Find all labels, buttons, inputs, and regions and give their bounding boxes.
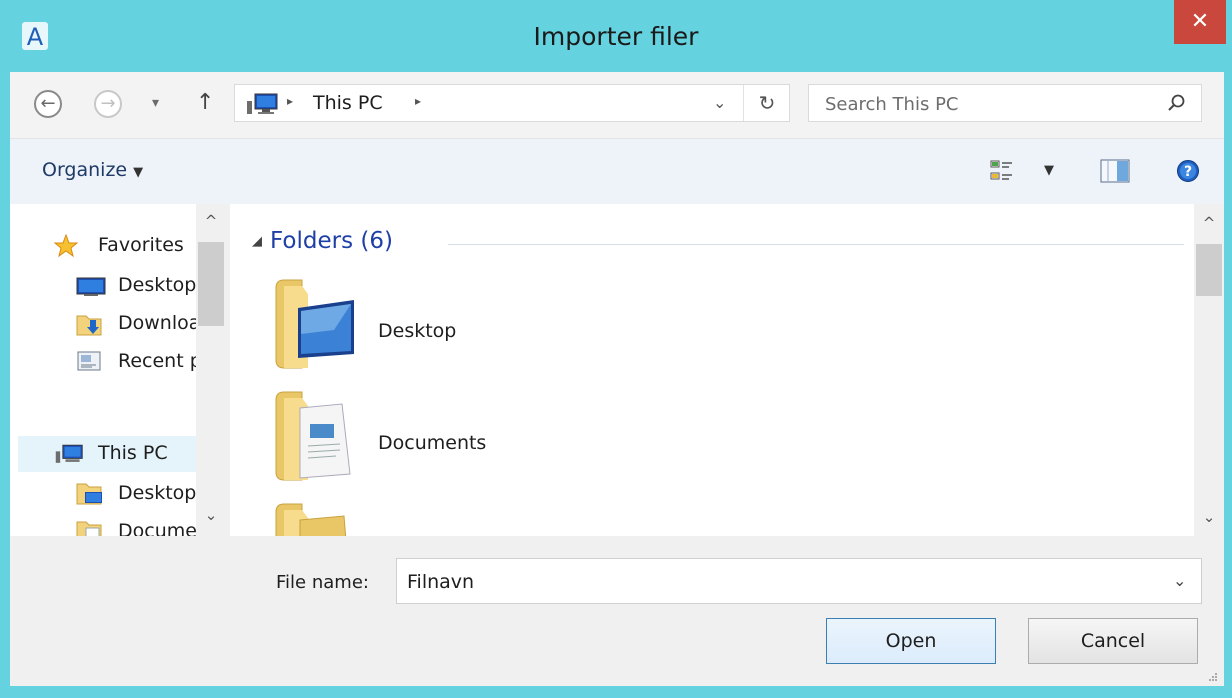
forward-arrow-icon: → <box>100 93 116 114</box>
close-button[interactable]: ✕ <box>1174 0 1226 44</box>
breadcrumb-this-pc[interactable]: This PC <box>313 92 383 114</box>
dialog-body: ← → ▾ ↑ ▸ This PC ▸ ⌄ ↻ Search This PC O… <box>10 72 1224 686</box>
group-divider <box>448 244 1184 245</box>
preview-pane-icon[interactable] <box>1100 159 1130 183</box>
back-arrow-icon: ← <box>40 93 56 114</box>
refresh-button[interactable]: ↻ <box>743 85 790 121</box>
desktop-folder-icon <box>76 483 102 505</box>
group-header-label: Folders (6) <box>270 228 393 254</box>
scrollbar-thumb[interactable] <box>1196 244 1222 296</box>
this-pc-icon <box>55 444 83 463</box>
chevron-down-icon: ⌄ <box>204 506 218 524</box>
file-name-input[interactable] <box>405 569 1149 595</box>
navigation-pane: Favorites Desktop Downloads <box>10 204 226 536</box>
open-button[interactable]: Open <box>826 618 996 664</box>
sidebar-item-desktop-pc[interactable]: Desktop <box>76 476 196 512</box>
sidebar-item-documents[interactable]: Documents <box>76 514 196 536</box>
address-bar[interactable]: ▸ This PC ▸ ⌄ ↻ <box>234 84 790 122</box>
refresh-icon: ↻ <box>758 91 776 115</box>
sidebar-item-label: This PC <box>98 442 168 464</box>
address-history-dropdown[interactable]: ⌄ <box>713 93 726 112</box>
svg-text:?: ? <box>1184 164 1192 180</box>
chevron-down-icon: ⌄ <box>1202 508 1216 526</box>
folder-icon <box>275 503 347 536</box>
folder-name: Documents <box>378 432 487 454</box>
sidebar-item-label: Documents <box>118 520 196 536</box>
file-name-dropdown-button[interactable]: ⌄ <box>1173 571 1186 590</box>
file-name-label: File name: <box>276 572 369 593</box>
sidebar-item-desktop[interactable]: Desktop <box>76 268 196 304</box>
search-box[interactable] <box>808 84 1202 122</box>
documents-folder-icon <box>275 391 351 481</box>
sidebar-scrollbar[interactable]: ^ ⌄ <box>196 204 226 536</box>
chevron-down-icon: ▾ <box>152 95 160 111</box>
chevron-down-icon: ▼ <box>1044 163 1054 178</box>
recent-places-icon <box>77 351 101 371</box>
recent-locations-button[interactable]: ▾ <box>152 95 159 111</box>
downloads-icon <box>76 315 102 336</box>
sidebar-item-label: Recent places <box>118 350 196 372</box>
content-scrollbar[interactable]: ^ ⌄ <box>1194 204 1224 536</box>
organize-label: Organize <box>42 159 128 181</box>
sidebar-item-downloads[interactable]: Downloads <box>76 306 196 342</box>
sidebar-item-label: Desktop <box>118 274 196 296</box>
scroll-down-button[interactable]: ⌄ <box>1194 508 1224 526</box>
navigation-bar: ← → ▾ ↑ ▸ This PC ▸ ⌄ ↻ <box>10 72 1224 138</box>
file-list-view: ◢ Folders (6) Desktop Documents ^ ⌄ <box>230 204 1224 536</box>
sidebar-item-label: Downloads <box>118 312 196 334</box>
chevron-down-icon: ▼ <box>133 165 144 180</box>
sidebar-item-this-pc[interactable]: This PC <box>18 436 196 472</box>
folder-item-partial[interactable] <box>240 502 840 536</box>
up-button[interactable]: ↑ <box>196 90 214 115</box>
file-name-panel: File name: ⌄ Open Cancel <box>10 536 1224 686</box>
scrollbar-thumb[interactable] <box>198 242 224 326</box>
this-pc-icon <box>247 93 278 114</box>
folder-name: Desktop <box>378 320 457 342</box>
window-title: Importer filer <box>533 22 699 51</box>
resize-grip-icon[interactable] <box>1208 672 1218 682</box>
close-icon: ✕ <box>1190 9 1210 34</box>
dialog-window: A Importer filer ✕ ← → ▾ ↑ ▸ This PC ▸ ⌄… <box>0 0 1232 698</box>
folders-group-header[interactable]: ◢ Folders (6) <box>252 228 393 254</box>
documents-folder-icon <box>76 521 102 536</box>
command-toolbar: Organize ▼ ▼ ? <box>10 138 1224 205</box>
folder-item-documents[interactable]: Documents <box>240 390 840 494</box>
star-icon <box>54 234 78 258</box>
change-view-icon[interactable] <box>990 159 1014 183</box>
organize-menu-button[interactable]: Organize ▼ <box>42 159 143 181</box>
sidebar-item-favorites[interactable]: Favorites <box>54 228 196 264</box>
breadcrumb-separator-icon[interactable]: ▸ <box>415 94 421 108</box>
view-options-dropdown[interactable]: ▼ <box>1044 163 1054 178</box>
folder-item-desktop[interactable]: Desktop <box>240 278 840 382</box>
chevron-down-icon: ⌄ <box>1173 571 1187 590</box>
search-input[interactable] <box>823 91 1147 117</box>
chevron-down-icon: ⌄ <box>713 93 727 112</box>
help-icon[interactable]: ? <box>1176 159 1200 183</box>
desktop-icon <box>76 277 106 296</box>
scroll-up-button[interactable]: ^ <box>1194 214 1224 232</box>
chevron-up-icon: ^ <box>204 212 218 230</box>
breadcrumb-separator-icon[interactable]: ▸ <box>287 94 293 108</box>
sidebar-item-recent-places[interactable]: Recent places <box>76 344 196 380</box>
file-name-combobox[interactable]: ⌄ <box>396 558 1202 604</box>
collapse-triangle-icon: ◢ <box>252 234 262 249</box>
scroll-up-button[interactable]: ^ <box>196 212 226 230</box>
forward-button[interactable]: → <box>94 90 122 118</box>
chevron-up-icon: ^ <box>1202 214 1216 232</box>
up-arrow-icon: ↑ <box>196 90 215 115</box>
search-icon[interactable] <box>1167 93 1187 113</box>
sidebar-item-label: Favorites <box>98 234 184 256</box>
title-bar[interactable]: A Importer filer ✕ <box>0 0 1232 72</box>
sidebar-item-label: Desktop <box>118 482 196 504</box>
desktop-folder-icon <box>275 279 354 369</box>
back-button[interactable]: ← <box>34 90 62 118</box>
cancel-button[interactable]: Cancel <box>1028 618 1198 664</box>
scroll-down-button[interactable]: ⌄ <box>196 506 226 524</box>
